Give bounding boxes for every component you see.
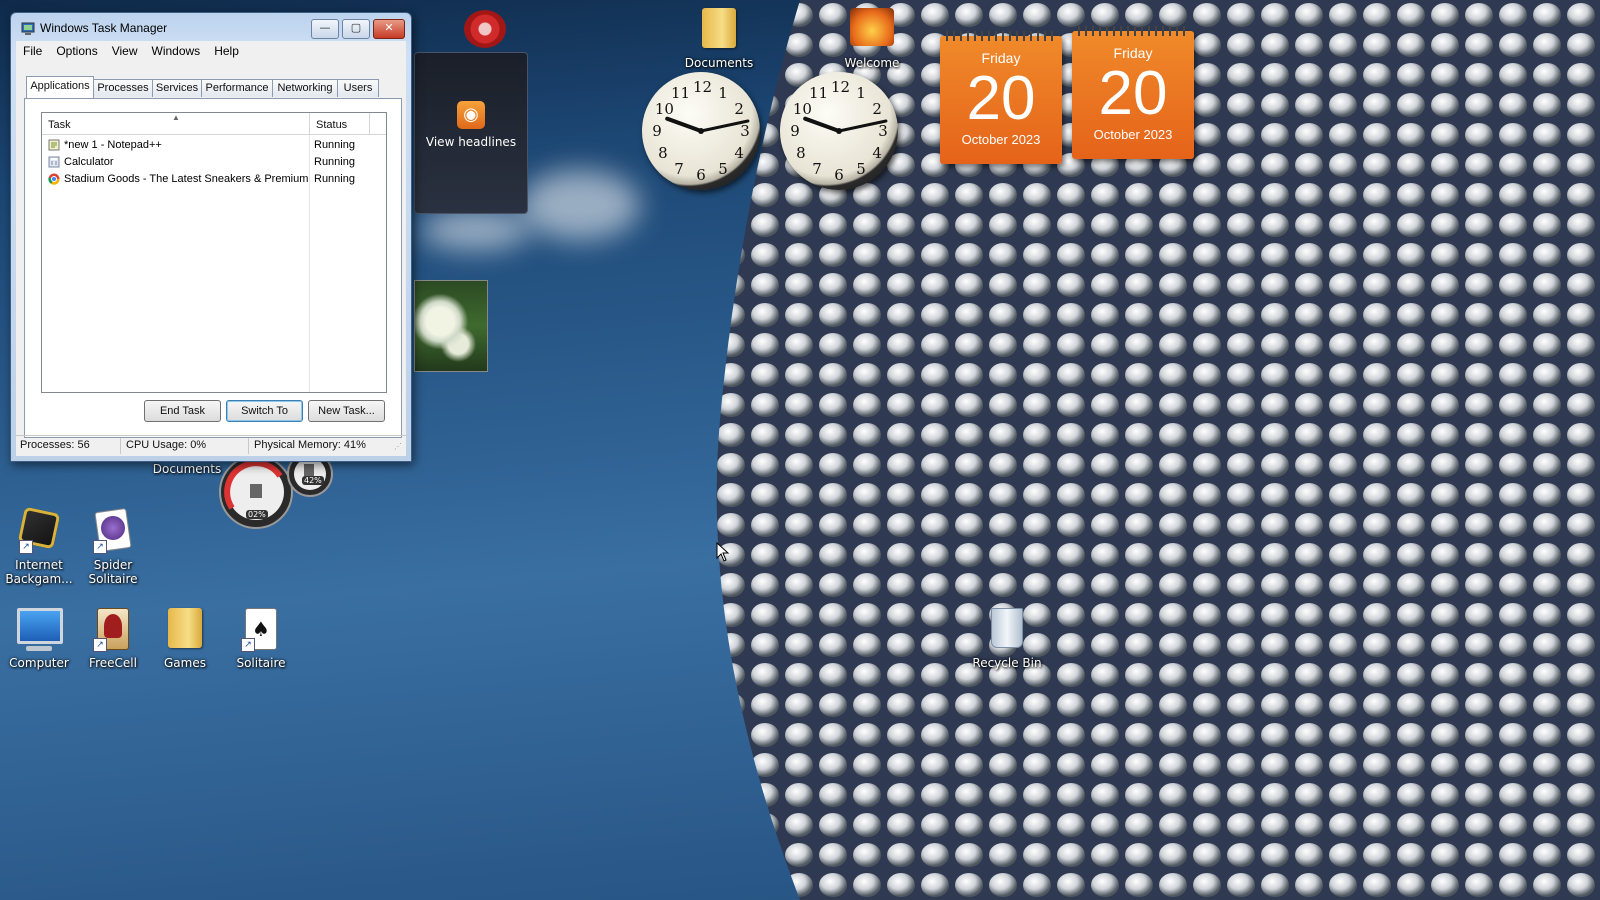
minimize-button[interactable]: — — [311, 19, 339, 39]
calendar-gadget[interactable]: Friday 20 October 2023 — [940, 31, 1062, 164]
tab-users[interactable]: Users — [337, 79, 379, 97]
internet-backgammon-icon: ↗ — [17, 506, 61, 554]
desktop-icon-recycle-bin[interactable]: Recycle Bin — [968, 608, 1046, 670]
task-status: Running — [314, 156, 355, 168]
switch-to-button[interactable]: Switch To — [226, 400, 303, 422]
cpu-meter-gadget[interactable]: 02% 42% — [218, 451, 338, 532]
tab-processes[interactable]: Processes — [93, 79, 153, 97]
task-status: Running — [314, 139, 355, 151]
physical-memory: Physical Memory: 41% — [254, 439, 366, 451]
menu-file[interactable]: File — [16, 41, 49, 59]
tab-applications[interactable]: Applications — [26, 76, 94, 98]
task-manager-icon — [21, 22, 35, 35]
maximize-button[interactable]: ▢ — [342, 19, 370, 39]
tab-networking[interactable]: Networking — [272, 79, 338, 97]
desktop-icon-documents-partial[interactable]: Documents — [148, 462, 226, 476]
calendar-date: 20 — [966, 64, 1036, 133]
folder-icon — [168, 608, 202, 648]
task-name: Stadium Goods - The Latest Sneakers & Pr… — [64, 173, 308, 185]
task-manager-window[interactable]: Windows Task Manager — ▢ ✕ File Options Vi… — [10, 12, 412, 462]
task-name: *new 1 - Notepad++ — [64, 139, 162, 151]
column-header-task[interactable]: Task ▲ — [42, 113, 310, 135]
cpu-usage: CPU Usage: 0% — [126, 439, 207, 451]
task-row[interactable]: Stadium Goods - The Latest Sneakers & Pr… — [42, 171, 368, 188]
clock-hands — [803, 116, 888, 134]
cloud — [520, 170, 640, 240]
task-name: Calculator — [64, 156, 114, 168]
rss-icon: ◉ — [457, 101, 485, 129]
new-task-button[interactable]: New Task... — [308, 400, 385, 422]
app-shortcut-icon[interactable] — [464, 10, 506, 48]
calculator-icon — [48, 156, 60, 168]
tab-services[interactable]: Services — [152, 79, 202, 97]
desktop-icon-spider-solitaire[interactable]: ↗ Spider Solitaire — [74, 507, 152, 586]
calendar-month: October 2023 — [1093, 127, 1173, 142]
column-header-status[interactable]: Status — [310, 113, 370, 135]
freecell-icon: ↗ — [91, 608, 135, 652]
chrome-icon — [48, 173, 60, 185]
menu-help[interactable]: Help — [207, 41, 246, 59]
sort-ascending-icon: ▲ — [172, 113, 180, 122]
headlines-gadget[interactable]: ◉ View headlines — [414, 52, 528, 214]
desktop-icon-solitaire[interactable]: ♠ ↗ Solitaire — [222, 608, 300, 670]
slideshow-gadget[interactable] — [414, 280, 488, 372]
task-status: Running — [314, 173, 355, 185]
computer-icon — [17, 608, 63, 652]
calendar-gadget[interactable]: Friday 20 October 2023 — [1072, 26, 1194, 159]
clock-gadget[interactable]: 12 1 2 3 4 5 6 7 8 9 10 11 — [642, 72, 760, 190]
calendar-month: October 2023 — [961, 132, 1041, 147]
column-header-filler — [370, 113, 386, 135]
mouse-cursor-icon — [716, 542, 730, 562]
cloud — [420, 210, 530, 250]
desktop-icon-welcome[interactable]: Welcome — [833, 8, 911, 70]
end-task-button[interactable]: End Task — [144, 400, 221, 422]
calendar-date: 20 — [1098, 59, 1168, 128]
menu-windows[interactable]: Windows — [145, 41, 208, 59]
status-divider — [120, 438, 121, 454]
status-divider — [248, 438, 249, 454]
desktop-icon-documents[interactable]: Documents — [680, 8, 758, 70]
cpu-usage-readout: 02% — [246, 510, 268, 519]
calendar-rings — [946, 31, 1056, 41]
window-client-area: Applications Processes Services Performa… — [16, 61, 406, 456]
tab-performance[interactable]: Performance — [201, 79, 273, 97]
spider-solitaire-icon: ↗ — [91, 507, 135, 554]
welcome-icon — [850, 8, 894, 46]
task-row[interactable]: *new 1 - Notepad++ Running — [42, 137, 368, 154]
desktop-icon-games[interactable]: Games — [146, 608, 224, 670]
memory-usage-readout: 42% — [302, 476, 324, 485]
desktop: Documents Welcome ◉ View headlines 12 1 2 3… — [0, 0, 1600, 900]
clock-hands — [665, 116, 750, 134]
title-bar[interactable]: Windows Task Manager — ▢ ✕ — [11, 13, 411, 43]
task-row[interactable]: Calculator Running — [42, 154, 368, 171]
clock-gadget[interactable]: 12 1 2 3 4 5 6 7 8 9 10 11 — [780, 72, 898, 190]
menu-bar: File Options View Windows Help — [16, 41, 406, 61]
menu-view[interactable]: View — [105, 41, 145, 59]
folder-icon — [702, 8, 736, 48]
notepad-icon — [48, 139, 60, 151]
applications-panel: Task ▲ Status *new 1 - Notepad++ Running — [24, 98, 402, 438]
recycle-bin-icon — [985, 608, 1029, 652]
desktop-icon-internet-backgammon[interactable]: ↗ Internet Backgam... — [0, 506, 78, 586]
task-list[interactable]: Task ▲ Status *new 1 - Notepad++ Running — [41, 112, 387, 393]
desktop-icon-freecell[interactable]: ↗ FreeCell — [74, 608, 152, 670]
solitaire-icon: ♠ ↗ — [239, 608, 283, 652]
processes-count: Processes: 56 — [20, 439, 90, 451]
status-bar: Processes: 56 CPU Usage: 0% Physical Mem… — [16, 435, 406, 456]
close-button[interactable]: ✕ — [373, 19, 405, 39]
menu-options[interactable]: Options — [49, 41, 104, 59]
resize-grip-icon[interactable]: ⋰ — [394, 442, 402, 451]
desktop-icon-computer[interactable]: Computer — [0, 608, 78, 670]
calendar-rings — [1078, 26, 1188, 36]
window-title: Windows Task Manager — [40, 21, 168, 35]
